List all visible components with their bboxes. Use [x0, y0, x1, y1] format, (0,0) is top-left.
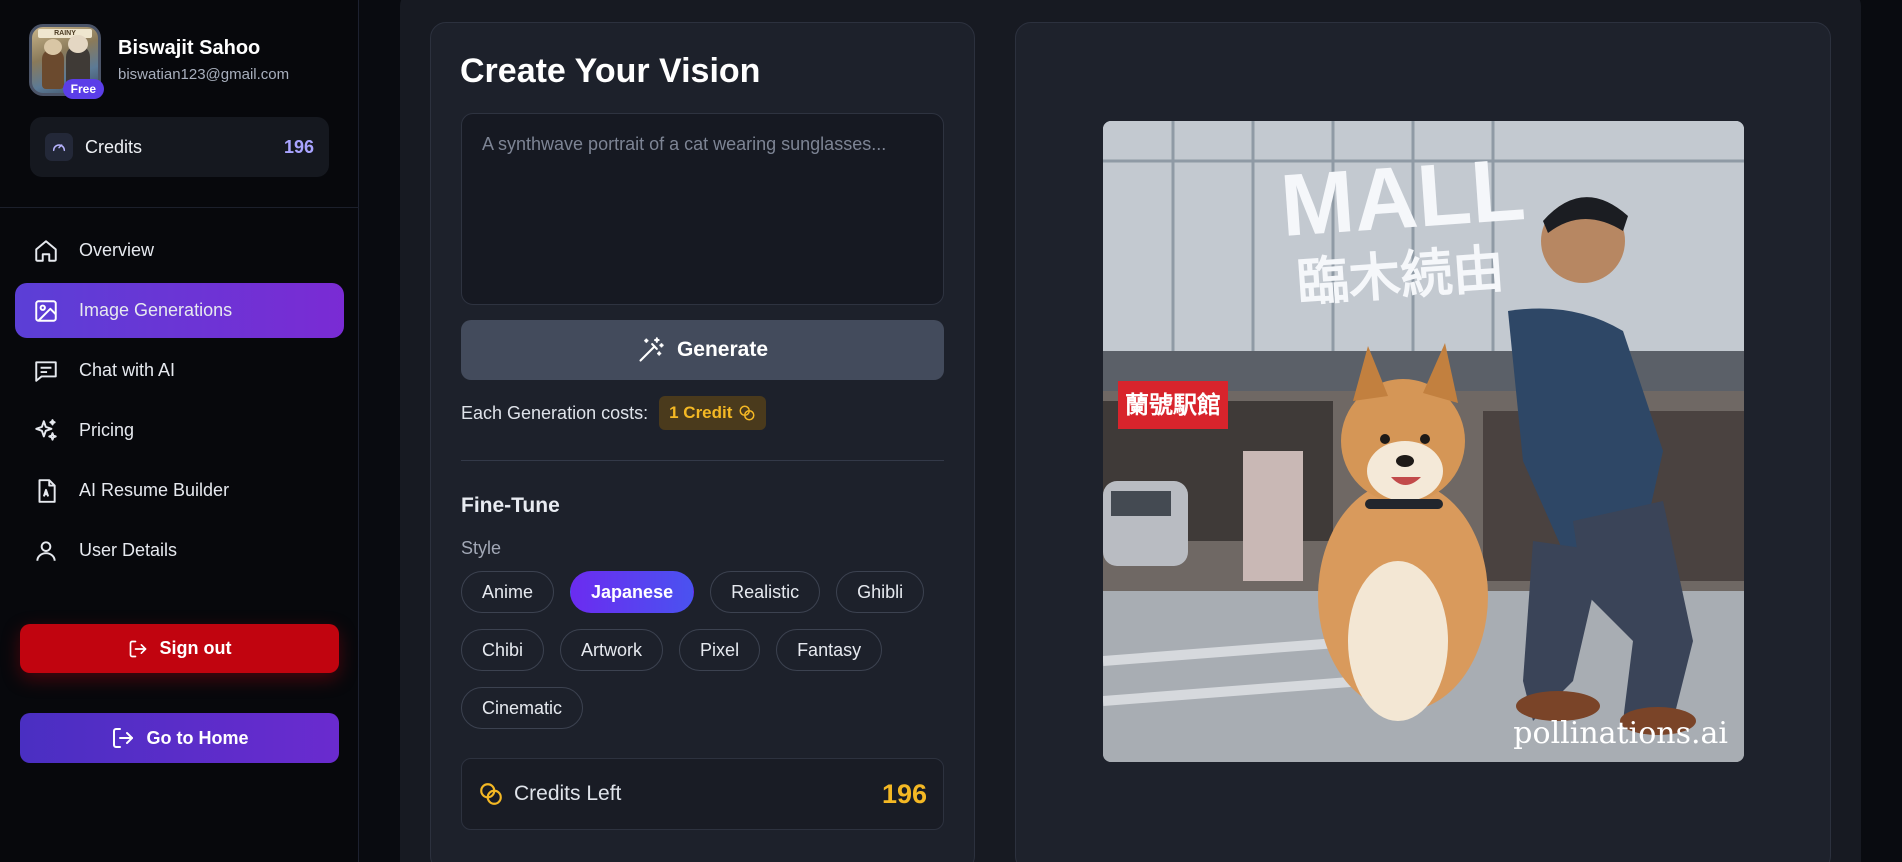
home-icon [35, 239, 57, 262]
style-chip-fantasy[interactable]: Fantasy [776, 629, 883, 671]
coins-icon [739, 405, 755, 421]
avatar[interactable]: RAINY Free [29, 24, 104, 99]
credits-label: Credits [85, 136, 143, 157]
style-chips: Anime Japanese Realistic Ghibli Chibi Ar… [461, 571, 961, 745]
logout-icon [129, 640, 146, 657]
resume-icon [38, 478, 56, 503]
watermark-text: pollinations.ai [1513, 716, 1728, 751]
go-home-button[interactable]: Go to Home [20, 713, 339, 763]
sign-out-label: Sign out [159, 638, 232, 658]
credits-left-label: Credits Left [514, 782, 622, 805]
user-profile[interactable]: RAINY Free Biswajit Sahoo biswatian123@g… [29, 24, 290, 99]
sparkles-icon [35, 418, 57, 441]
page-title: Create Your Vision [460, 52, 761, 90]
plan-badge: Free [62, 79, 104, 99]
sidebar-nav: Overview Image Generations Chat with AI … [15, 223, 344, 583]
cost-label: Each Generation costs: [461, 402, 649, 423]
red-sign-text: 蘭號駅館 [1125, 391, 1221, 419]
sidebar-item-pricing[interactable]: Pricing [15, 403, 344, 458]
sidebar-item-image-generations[interactable]: Image Generations [15, 283, 344, 338]
sidebar: RAINY Free Biswajit Sahoo biswatian123@g… [0, 0, 359, 862]
finetune-heading: Fine-Tune [461, 494, 560, 517]
user-name: Biswajit Sahoo [118, 37, 261, 59]
credits-left-value: 196 [881, 778, 927, 809]
style-chip-cinematic[interactable]: Cinematic [461, 687, 584, 729]
coins-icon [480, 783, 502, 805]
sidebar-item-chat[interactable]: Chat with AI [15, 343, 344, 398]
style-chip-anime[interactable]: Anime [461, 571, 555, 613]
user-icon [36, 540, 56, 561]
style-chip-ghibli[interactable]: Ghibli [836, 571, 925, 613]
enter-icon [112, 728, 133, 748]
generate-label: Generate [676, 338, 769, 361]
style-chip-chibi[interactable]: Chibi [461, 629, 545, 671]
sidebar-item-label: Chat with AI [79, 360, 176, 380]
sidebar-item-label: Image Generations [79, 300, 233, 320]
style-chip-artwork[interactable]: Artwork [560, 629, 664, 671]
generate-button[interactable]: Generate [461, 320, 944, 380]
sidebar-item-label: AI Resume Builder [79, 480, 230, 500]
sign-out-button[interactable]: Sign out [20, 624, 339, 673]
sidebar-item-label: Overview [79, 240, 155, 260]
sidebar-item-user-details[interactable]: User Details [15, 523, 344, 578]
generated-image[interactable]: 蘭號駅館 MALL 臨木続由 pollinations.ai [1103, 121, 1744, 762]
cost-row: Each Generation costs: 1 Credit [461, 396, 767, 430]
magic-wand-icon [639, 337, 664, 362]
cost-badge: 1 Credit [659, 396, 767, 430]
prompt-input[interactable] [482, 134, 923, 284]
sidebar-item-resume-builder[interactable]: AI Resume Builder [15, 463, 344, 518]
gauge-icon [45, 133, 73, 161]
prompt-field-container [461, 113, 944, 305]
sidebar-item-overview[interactable]: Overview [15, 223, 344, 278]
style-label: Style [461, 538, 502, 558]
chat-icon [35, 360, 57, 382]
go-home-label: Go to Home [146, 727, 249, 748]
divider [0, 207, 359, 208]
divider [461, 460, 944, 461]
user-email: biswatian123@gmail.com [118, 66, 290, 83]
sidebar-item-label: User Details [79, 540, 178, 560]
credits-left-card: Credits Left 196 [461, 758, 944, 830]
credits-card: Credits 196 [30, 117, 329, 177]
credits-value: 196 [283, 136, 314, 157]
image-icon [35, 299, 57, 322]
sidebar-item-label: Pricing [79, 420, 135, 440]
style-chip-pixel[interactable]: Pixel [679, 629, 761, 671]
mall-sign-text: MALL [1277, 139, 1528, 255]
style-chip-japanese[interactable]: Japanese [570, 571, 695, 613]
style-chip-realistic[interactable]: Realistic [710, 571, 821, 613]
